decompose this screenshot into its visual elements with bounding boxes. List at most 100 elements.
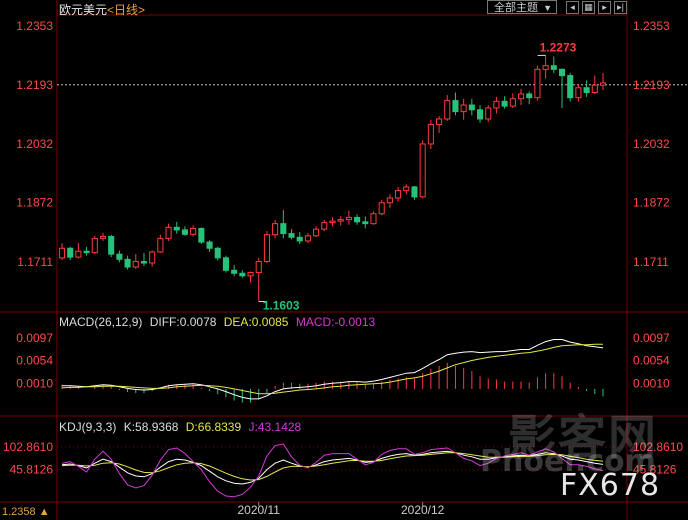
candle[interactable] xyxy=(321,222,328,230)
grid-icon[interactable]: ▦ xyxy=(582,1,595,14)
macd-panel[interactable] xyxy=(61,339,604,403)
candle[interactable] xyxy=(395,190,402,199)
next-icon[interactable]: ▸ xyxy=(598,1,611,14)
period-label[interactable]: <日线> xyxy=(107,3,145,17)
candle[interactable] xyxy=(599,82,607,86)
x-axis-label: 2020/11 xyxy=(237,503,280,517)
corner-price: 1.2358 ▲ xyxy=(2,506,50,518)
candle[interactable] xyxy=(140,261,148,264)
candle[interactable] xyxy=(452,100,459,113)
macd-tick-right: 0.0054 xyxy=(633,354,670,368)
theme-dropdown[interactable]: 全部主题 ▼ xyxy=(487,0,557,14)
candle[interactable] xyxy=(75,250,82,258)
candle[interactable] xyxy=(132,261,139,268)
candle[interactable] xyxy=(354,216,361,223)
candle[interactable] xyxy=(460,104,467,113)
kdj-j: J:43.1428 xyxy=(248,420,302,434)
candle[interactable] xyxy=(337,219,344,222)
candle[interactable] xyxy=(517,93,525,100)
candle[interactable] xyxy=(58,247,66,259)
candle[interactable] xyxy=(181,229,188,235)
candle[interactable] xyxy=(345,216,352,221)
candle[interactable] xyxy=(206,241,213,249)
kdj-k: K:58.9368 xyxy=(123,420,179,434)
low-price-label: 1.1603 xyxy=(263,299,300,313)
candle[interactable] xyxy=(386,197,393,204)
price-tick-left: 1.2353 xyxy=(16,19,53,33)
candle[interactable] xyxy=(263,234,270,263)
candle[interactable] xyxy=(272,223,279,236)
candle[interactable] xyxy=(91,237,98,254)
candle[interactable] xyxy=(485,107,492,120)
candle[interactable] xyxy=(231,269,238,274)
watermark-fx: FX678 xyxy=(560,468,661,503)
candle[interactable] xyxy=(427,123,434,145)
price-tick-left: 1.1872 xyxy=(16,196,53,210)
candle[interactable] xyxy=(304,235,311,242)
candle[interactable] xyxy=(83,250,90,254)
candle[interactable] xyxy=(190,227,197,235)
candle[interactable] xyxy=(493,100,500,109)
candle[interactable] xyxy=(288,233,295,238)
candle[interactable] xyxy=(239,272,246,277)
kdj-tick-left: 102.8610 xyxy=(3,440,53,454)
candle[interactable] xyxy=(378,202,385,215)
candle[interactable] xyxy=(509,98,516,107)
candle[interactable] xyxy=(165,226,172,239)
candle[interactable] xyxy=(583,87,590,94)
price-tick-right: 1.1711 xyxy=(633,255,669,269)
candle[interactable] xyxy=(403,186,410,192)
price-tick-left: 1.2032 xyxy=(16,137,53,151)
price-tick-right: 1.2193 xyxy=(633,78,670,92)
candle[interactable] xyxy=(214,247,221,259)
candle[interactable] xyxy=(419,143,426,198)
kdj-tick-left: 45.8126 xyxy=(10,463,54,477)
macd-tick-left: 0.0054 xyxy=(16,354,53,368)
candle[interactable] xyxy=(149,251,156,264)
candle[interactable] xyxy=(591,84,598,94)
kdj-d: D:66.8339 xyxy=(185,420,242,434)
price-panel[interactable]: 1.2273 1.1603 xyxy=(58,40,607,313)
kdj-legend: KDJ(9,3,3) K:58.9368 D:66.8339 J:43.1428 xyxy=(59,420,305,434)
candle[interactable] xyxy=(99,236,107,239)
candle[interactable] xyxy=(370,213,377,225)
macd-value: MACD:-0.0013 xyxy=(295,315,376,329)
candle[interactable] xyxy=(444,100,451,120)
candle[interactable] xyxy=(558,68,566,77)
candle[interactable] xyxy=(362,221,369,225)
next-end-icon[interactable]: ▸| xyxy=(614,1,627,14)
macd-diff-line xyxy=(62,339,604,400)
candle[interactable] xyxy=(534,68,541,99)
candle[interactable] xyxy=(247,272,254,277)
candle[interactable] xyxy=(173,226,180,231)
candle[interactable] xyxy=(296,236,303,242)
candle[interactable] xyxy=(329,220,336,224)
candle[interactable] xyxy=(280,223,287,235)
candle[interactable] xyxy=(124,258,131,268)
price-tick-right: 1.1872 xyxy=(633,196,670,210)
candle[interactable] xyxy=(108,236,115,255)
candle[interactable] xyxy=(542,65,549,70)
candle[interactable] xyxy=(198,227,205,243)
candle[interactable] xyxy=(477,109,484,120)
candle[interactable] xyxy=(313,228,320,237)
high-price-label: 1.2273 xyxy=(540,40,577,54)
candle[interactable] xyxy=(116,253,123,260)
candle[interactable] xyxy=(67,247,74,258)
candle[interactable] xyxy=(222,257,229,271)
candle[interactable] xyxy=(501,100,508,107)
candle[interactable] xyxy=(526,93,533,99)
candle[interactable] xyxy=(157,237,164,253)
prev-icon[interactable]: ◂ xyxy=(566,1,579,14)
symbol-name: 欧元美元 xyxy=(59,3,108,17)
theme-label: 全部主题 xyxy=(494,2,538,14)
macd-tick-left: 0.0010 xyxy=(16,377,53,391)
candle[interactable] xyxy=(550,65,557,70)
candle[interactable] xyxy=(411,186,418,198)
candle[interactable] xyxy=(255,261,262,274)
candle[interactable] xyxy=(567,75,574,99)
candle[interactable] xyxy=(575,87,582,99)
candle[interactable] xyxy=(436,118,443,125)
candle[interactable] xyxy=(468,104,475,111)
chevron-down-icon: ▼ xyxy=(543,3,552,13)
